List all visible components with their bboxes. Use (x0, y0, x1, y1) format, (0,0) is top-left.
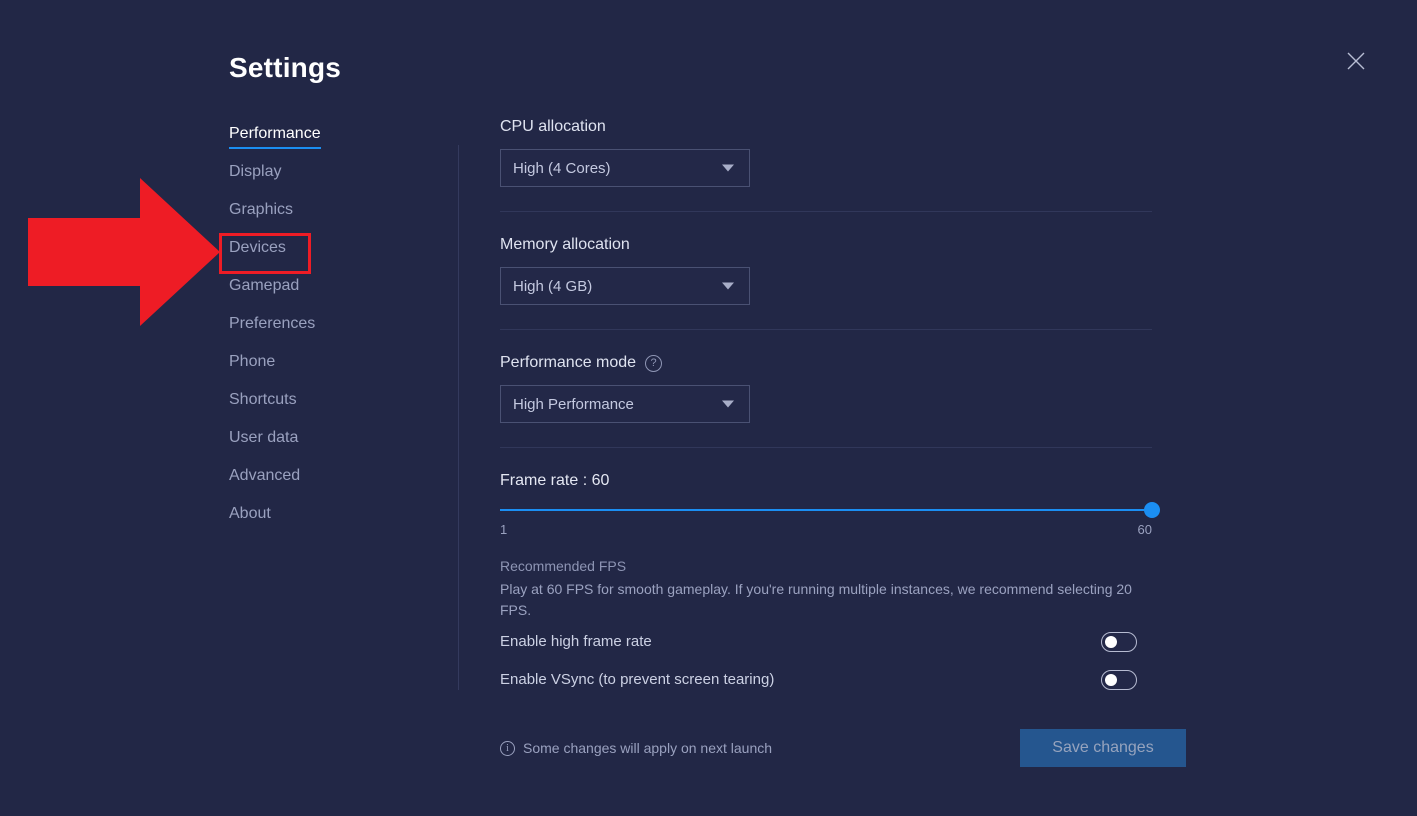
cpu-allocation-value: High (4 Cores) (513, 159, 611, 177)
sidebar-item-gamepad[interactable]: Gamepad (229, 276, 299, 295)
sidebar-item-label: User data (229, 429, 299, 446)
sidebar-item-label: Shortcuts (229, 391, 297, 408)
performance-mode-select[interactable]: High Performance (500, 385, 750, 423)
slider-fill (500, 509, 1152, 511)
vsync-row: Enable VSync (to prevent screen tearing) (500, 662, 1137, 697)
chevron-down-icon (722, 282, 734, 290)
toggle-knob (1105, 673, 1117, 686)
chevron-down-icon (722, 400, 734, 408)
sidebar-item-label: About (229, 505, 271, 522)
sidebar-item-label: Gamepad (229, 277, 300, 294)
settings-sidebar: Performance Display Graphics Devices Gam… (229, 124, 429, 542)
cpu-allocation-label: CPU allocation (500, 118, 606, 135)
sidebar-item-devices[interactable]: Devices (229, 238, 286, 257)
slider-range-labels: 1 60 (500, 522, 1152, 537)
high-frame-rate-row: Enable high frame rate (500, 624, 1137, 659)
vsync-toggle[interactable] (1101, 669, 1137, 690)
memory-allocation-value: High (4 GB) (513, 277, 593, 295)
page-title: Settings (229, 52, 342, 83)
settings-dialog: Settings Performance Display Graphics De… (0, 0, 1417, 816)
performance-mode-label-row: Performance mode ? (500, 354, 1152, 372)
sidebar-item-about[interactable]: About (229, 504, 271, 523)
settings-content: CPU allocation High (4 Cores) Memory all… (500, 118, 1160, 697)
sidebar-item-display[interactable]: Display (229, 162, 281, 181)
frame-rate-field: Frame rate : 60 1 60 Recommended FPS Pla… (500, 472, 1160, 621)
footer-note-text: Some changes will apply on next launch (523, 740, 773, 756)
sidebar-item-label: Advanced (229, 467, 301, 484)
sidebar-item-phone[interactable]: Phone (229, 352, 275, 371)
slider-min-label: 1 (500, 522, 508, 537)
recommended-fps-body: Play at 60 FPS for smooth gameplay. If y… (500, 581, 1132, 618)
sidebar-item-graphics[interactable]: Graphics (229, 200, 293, 219)
sidebar-item-label: Performance (229, 125, 321, 142)
sidebar-item-shortcuts[interactable]: Shortcuts (229, 390, 297, 409)
slider-max-label: 60 (1137, 522, 1152, 537)
sidebar-item-label: Preferences (229, 315, 316, 332)
sidebar-item-label: Display (229, 163, 282, 180)
sidebar-item-preferences[interactable]: Preferences (229, 314, 315, 333)
dialog-footer: i Some changes will apply on next launch… (500, 729, 1186, 767)
sidebar-item-user-data[interactable]: User data (229, 428, 298, 447)
frame-rate-label: Frame rate : 60 (500, 472, 610, 489)
sidebar-item-label: Graphics (229, 201, 294, 218)
red-arrow-right-icon (28, 178, 220, 326)
memory-allocation-label: Memory allocation (500, 236, 630, 253)
footer-note: i Some changes will apply on next launch (500, 740, 772, 756)
divider (500, 329, 1152, 330)
performance-mode-value: High Performance (513, 395, 634, 413)
sidebar-item-performance[interactable]: Performance (229, 124, 321, 149)
recommended-fps-title: Recommended FPS (500, 558, 627, 574)
info-circle-icon: i (500, 740, 515, 756)
help-circle-icon[interactable]: ? (645, 354, 663, 372)
cpu-allocation-select[interactable]: High (4 Cores) (500, 149, 750, 187)
high-frame-rate-toggle[interactable] (1101, 631, 1137, 652)
cpu-allocation-field: CPU allocation High (4 Cores) (500, 118, 1152, 187)
high-frame-rate-label: Enable high frame rate (500, 633, 652, 650)
slider-thumb[interactable] (1144, 502, 1160, 518)
performance-mode-field: Performance mode ? High Performance (500, 354, 1152, 423)
close-icon[interactable] (1342, 47, 1370, 75)
performance-mode-label: Performance mode (500, 354, 637, 371)
sidebar-item-advanced[interactable]: Advanced (229, 466, 300, 485)
sidebar-item-label: Phone (229, 353, 276, 370)
divider (500, 211, 1152, 212)
vsync-label: Enable VSync (to prevent screen tearing) (500, 671, 775, 688)
save-changes-button[interactable]: Save changes (1020, 729, 1186, 767)
divider (500, 447, 1152, 448)
chevron-down-icon (722, 164, 734, 172)
frame-rate-slider[interactable] (500, 502, 1160, 518)
sidebar-item-label: Devices (229, 239, 286, 256)
memory-allocation-select[interactable]: High (4 GB) (500, 267, 750, 305)
toggle-knob (1105, 635, 1117, 648)
memory-allocation-field: Memory allocation High (4 GB) (500, 236, 1152, 305)
sidebar-content-divider (458, 145, 459, 690)
